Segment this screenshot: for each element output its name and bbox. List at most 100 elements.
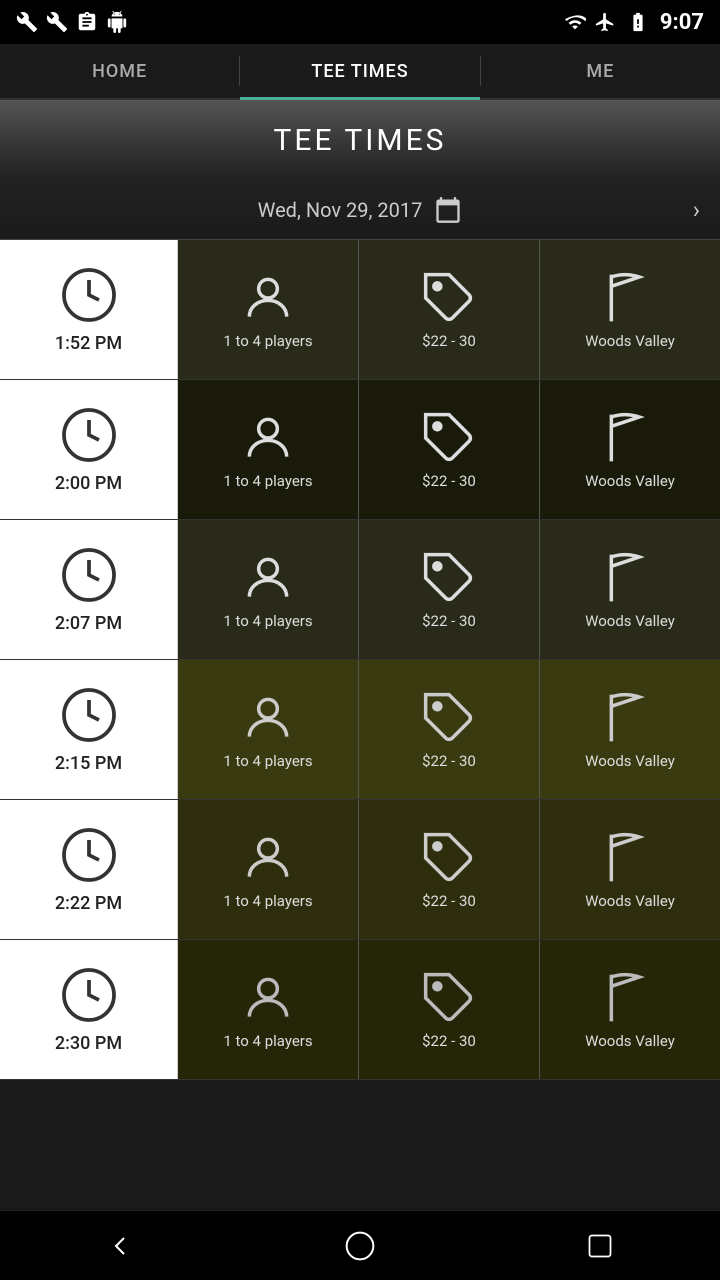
nav-tabs: HOME TEE TIMES ME: [0, 44, 720, 100]
status-time: 9:07: [660, 10, 704, 35]
price-tag-icon: [421, 970, 477, 1026]
page-title: TEE TIMES: [274, 123, 447, 158]
tab-me[interactable]: ME: [481, 44, 720, 98]
clock-icon: [59, 825, 119, 885]
time-label: 2:07 PM: [55, 613, 122, 634]
wrench-icon: [16, 11, 38, 33]
battery-icon: [624, 11, 652, 33]
back-icon: [104, 1230, 136, 1262]
clock-icon: [59, 265, 119, 325]
time-label: 2:22 PM: [55, 893, 122, 914]
course-cell: Woods Valley: [540, 940, 720, 1079]
tee-time-cell: 2:00 PM: [0, 380, 178, 519]
tab-home[interactable]: HOME: [0, 44, 239, 98]
players-label: 1 to 4 players: [223, 1032, 312, 1050]
clipboard-icon: [76, 11, 98, 33]
players-cell: 1 to 4 players: [178, 660, 359, 799]
price-cell: $22 - 30: [359, 800, 540, 939]
back-button[interactable]: [90, 1216, 150, 1276]
course-flag-icon: [602, 270, 658, 326]
players-label: 1 to 4 players: [223, 472, 312, 490]
players-cell: 1 to 4 players: [178, 380, 359, 519]
price-tag-icon: [421, 830, 477, 886]
price-cell: $22 - 30: [359, 520, 540, 659]
players-cell: 1 to 4 players: [178, 240, 359, 379]
course-cell: Woods Valley: [540, 520, 720, 659]
course-cell: Woods Valley: [540, 800, 720, 939]
players-cell: 1 to 4 players: [178, 520, 359, 659]
airplane-icon: [594, 11, 616, 33]
price-tag-icon: [421, 690, 477, 746]
tee-row[interactable]: 2:30 PM 1 to 4 players $22 - 30 Woods Va…: [0, 940, 720, 1080]
players-cell: 1 to 4 players: [178, 940, 359, 1079]
course-label: Woods Valley: [585, 612, 675, 630]
time-label: 2:00 PM: [55, 473, 122, 494]
players-label: 1 to 4 players: [223, 752, 312, 770]
date-bar[interactable]: Wed, Nov 29, 2017 ›: [0, 180, 720, 240]
clock-icon: [59, 405, 119, 465]
tee-row[interactable]: 2:15 PM 1 to 4 players $22 - 30 Woods Va…: [0, 660, 720, 800]
tee-time-cell: 2:15 PM: [0, 660, 178, 799]
recents-button[interactable]: [570, 1216, 630, 1276]
players-icon: [240, 970, 296, 1026]
time-label: 2:15 PM: [55, 753, 122, 774]
course-flag-icon: [602, 970, 658, 1026]
course-label: Woods Valley: [585, 892, 675, 910]
tee-time-cell: 2:22 PM: [0, 800, 178, 939]
tab-tee-times[interactable]: TEE TIMES: [240, 44, 479, 98]
players-label: 1 to 4 players: [223, 612, 312, 630]
players-icon: [240, 690, 296, 746]
tee-time-cell: 2:07 PM: [0, 520, 178, 659]
course-cell: Woods Valley: [540, 660, 720, 799]
time-label: 1:52 PM: [55, 333, 122, 354]
price-cell: $22 - 30: [359, 240, 540, 379]
course-flag-icon: [602, 550, 658, 606]
course-flag-icon: [602, 830, 658, 886]
date-next-arrow[interactable]: ›: [693, 196, 700, 224]
clock-icon: [59, 545, 119, 605]
clock-icon: [59, 965, 119, 1025]
course-flag-icon: [602, 410, 658, 466]
players-icon: [240, 550, 296, 606]
players-icon: [240, 830, 296, 886]
price-cell: $22 - 30: [359, 660, 540, 799]
price-tag-icon: [421, 550, 477, 606]
price-label: $22 - 30: [422, 752, 476, 770]
calendar-icon: [434, 196, 462, 224]
status-icons-right: 9:07: [564, 10, 704, 35]
status-icons-left: [16, 11, 128, 33]
tee-times-list: 1:52 PM 1 to 4 players $22 - 30 Woods Va…: [0, 240, 720, 1210]
tee-row[interactable]: 1:52 PM 1 to 4 players $22 - 30 Woods Va…: [0, 240, 720, 380]
page-header: TEE TIMES: [0, 100, 720, 180]
price-label: $22 - 30: [422, 612, 476, 630]
bottom-nav: [0, 1210, 720, 1280]
course-label: Woods Valley: [585, 1032, 675, 1050]
tee-time-cell: 1:52 PM: [0, 240, 178, 379]
price-cell: $22 - 30: [359, 940, 540, 1079]
players-cell: 1 to 4 players: [178, 800, 359, 939]
android-icon: [106, 11, 128, 33]
price-tag-icon: [421, 410, 477, 466]
price-label: $22 - 30: [422, 892, 476, 910]
time-label: 2:30 PM: [55, 1033, 122, 1054]
price-tag-icon: [421, 270, 477, 326]
players-icon: [240, 410, 296, 466]
price-label: $22 - 30: [422, 1032, 476, 1050]
wifi-icon: [564, 11, 586, 33]
players-icon: [240, 270, 296, 326]
recents-square-icon: [586, 1232, 614, 1260]
course-label: Woods Valley: [585, 332, 675, 350]
course-label: Woods Valley: [585, 752, 675, 770]
home-circle-icon: [344, 1230, 376, 1262]
course-flag-icon: [602, 690, 658, 746]
tee-row[interactable]: 2:07 PM 1 to 4 players $22 - 30 Woods Va…: [0, 520, 720, 660]
tee-row[interactable]: 2:00 PM 1 to 4 players $22 - 30 Woods Va…: [0, 380, 720, 520]
course-cell: Woods Valley: [540, 240, 720, 379]
tee-time-cell: 2:30 PM: [0, 940, 178, 1079]
tee-row[interactable]: 2:22 PM 1 to 4 players $22 - 30 Woods Va…: [0, 800, 720, 940]
price-label: $22 - 30: [422, 472, 476, 490]
price-cell: $22 - 30: [359, 380, 540, 519]
price-label: $22 - 30: [422, 332, 476, 350]
wrench2-icon: [46, 11, 68, 33]
home-button[interactable]: [330, 1216, 390, 1276]
